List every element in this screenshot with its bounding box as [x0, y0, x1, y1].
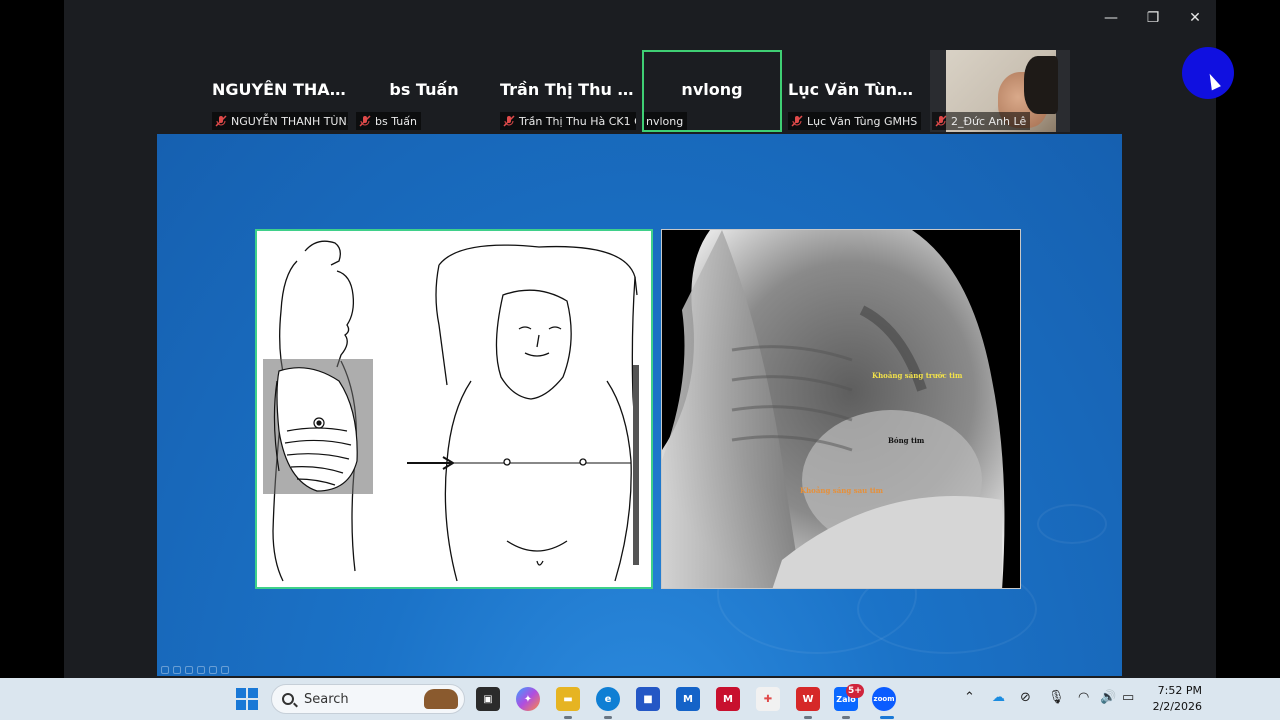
retrocardiac-space-label: Khoảng sáng sau tim — [800, 486, 883, 495]
windows-taskbar: Search ▣ ✦ ▬ e ■ M M ✚ W Zalo 5+ zoom ⌃ … — [0, 678, 1280, 720]
mic-muted-icon — [791, 115, 803, 127]
clock-time: 7:52 PM — [1157, 684, 1202, 697]
store-icon[interactable]: ■ — [636, 687, 660, 711]
participant-strip: NGUYỄN THAN... NGUYỄN THANH TÙN... bs Tu… — [210, 50, 1070, 132]
positioning-illustration — [255, 229, 653, 589]
participant-name-label: 2_Đức Anh Lê — [932, 112, 1031, 130]
start-button[interactable] — [236, 688, 258, 710]
running-indicator — [604, 716, 612, 719]
participant-tile[interactable]: Lục Văn Tùng G... Lục Văn Tùng GMHS — [786, 50, 926, 132]
participant-name-label: nvlong — [644, 112, 688, 130]
right-letterbox — [1216, 0, 1280, 678]
participant-display-name: Lục Văn Tùng G... — [788, 80, 926, 99]
participant-name-label: Lục Văn Tùng GMHS — [788, 112, 922, 130]
participant-tile-video[interactable]: 2_Đức Anh Lê — [930, 50, 1070, 132]
participant-name-label: Trần Thị Thu Hà CK1 C... — [500, 112, 636, 130]
participant-name-label: NGUYỄN THANH TÙN... — [212, 112, 348, 130]
red-app-icon[interactable]: ✚ — [756, 687, 780, 711]
mcafee-icon[interactable]: M — [716, 687, 740, 711]
show-hidden-icons-chevron-icon[interactable]: ⌃ — [964, 690, 975, 705]
cursor-highlight — [1182, 47, 1234, 99]
onedrive-icon[interactable]: ☁ — [992, 690, 1005, 705]
mic-muted-icon — [215, 115, 227, 127]
task-view-icon[interactable]: ▣ — [476, 687, 500, 711]
participant-display-name: NGUYỄN THAN... — [212, 80, 350, 99]
slide-more-icon[interactable] — [221, 666, 229, 674]
search-box[interactable]: Search — [271, 684, 465, 714]
restore-button[interactable]: ❐ — [1132, 0, 1174, 36]
participant-tile[interactable]: Trần Thị Thu Hà... Trần Thị Thu Hà CK1 C… — [498, 50, 638, 132]
notification-badge: 5+ — [846, 684, 864, 698]
microphone-icon[interactable]: 🎙 — [1048, 690, 1065, 705]
lateral-chest-xray: Khoảng sáng trước tim Bóng tim Khoảng sá… — [661, 229, 1021, 589]
battery-icon[interactable]: ▭ — [1122, 690, 1134, 705]
system-clock[interactable]: 7:52 PM 2/2/2026 — [1153, 683, 1202, 715]
running-indicator — [564, 716, 572, 719]
participant-hair — [1024, 56, 1058, 114]
xray-image — [662, 230, 1005, 588]
sync-off-icon[interactable]: ⊘ — [1020, 690, 1031, 705]
participant-label-text: 2_Đức Anh Lê — [951, 114, 1027, 128]
participant-tile-active-speaker[interactable]: nvlong nvlong — [642, 50, 782, 132]
slide-next-icon[interactable] — [173, 666, 181, 674]
close-button[interactable]: ✕ — [1174, 0, 1216, 36]
heart-shadow-label: Bóng tim — [888, 436, 925, 445]
slide-pen-icon[interactable] — [185, 666, 193, 674]
participant-tile[interactable]: bs Tuấn bs Tuấn — [354, 50, 494, 132]
participant-name-label: bs Tuấn — [356, 112, 421, 130]
participant-label-text: NGUYỄN THANH TÙN... — [231, 114, 348, 128]
participant-display-name: bs Tuấn — [389, 80, 459, 99]
participant-label-text: Trần Thị Thu Hà CK1 C... — [519, 114, 636, 128]
mic-muted-icon — [503, 115, 515, 127]
participant-label-text: bs Tuấn — [375, 114, 417, 128]
slide-zoom-icon[interactable] — [209, 666, 217, 674]
minimize-button[interactable]: — — [1090, 0, 1132, 36]
running-indicator — [842, 716, 850, 719]
zoom-icon[interactable]: zoom — [872, 687, 896, 711]
participant-display-name: Trần Thị Thu Hà... — [500, 80, 638, 99]
mailbird-icon[interactable]: M — [676, 687, 700, 711]
search-placeholder: Search — [304, 691, 349, 707]
running-indicator — [804, 716, 812, 719]
file-explorer-icon[interactable]: ▬ — [556, 687, 580, 711]
retrosternal-space-label: Khoảng sáng trước tim — [872, 371, 963, 380]
window-controls: — ❐ ✕ — [1090, 0, 1216, 36]
ripple-decoration — [1037, 504, 1107, 544]
left-letterbox — [0, 0, 64, 678]
copilot-icon[interactable]: ✦ — [516, 687, 540, 711]
running-indicator — [880, 716, 894, 719]
participant-label-text: nvlong — [646, 114, 684, 128]
participant-tile[interactable]: NGUYỄN THAN... NGUYỄN THANH TÙN... — [210, 50, 350, 132]
lateral-chest-positioning-drawing — [263, 240, 639, 582]
zoom-meeting-window: — ❐ ✕ NGUYỄN THAN... NGUYỄN THANH TÙN...… — [64, 0, 1216, 678]
wifi-icon[interactable]: ◠ — [1078, 690, 1089, 705]
search-icon — [282, 693, 294, 705]
participant-display-name: nvlong — [681, 80, 743, 99]
wps-office-icon[interactable]: W — [796, 687, 820, 711]
volume-icon[interactable]: 🔊 — [1100, 690, 1116, 705]
clock-date: 2/2/2026 — [1152, 700, 1202, 713]
participant-label-text: Lục Văn Tùng GMHS — [807, 114, 918, 128]
slide-prev-icon[interactable] — [161, 666, 169, 674]
mic-muted-icon — [359, 115, 371, 127]
slide-toolbar — [161, 666, 229, 674]
search-highlight-icon — [424, 689, 458, 709]
slide-grid-icon[interactable] — [197, 666, 205, 674]
edge-icon[interactable]: e — [596, 687, 620, 711]
mic-muted-icon — [935, 115, 947, 127]
shared-screen-slide[interactable]: Khoảng sáng trước tim Bóng tim Khoảng sá… — [157, 134, 1122, 676]
